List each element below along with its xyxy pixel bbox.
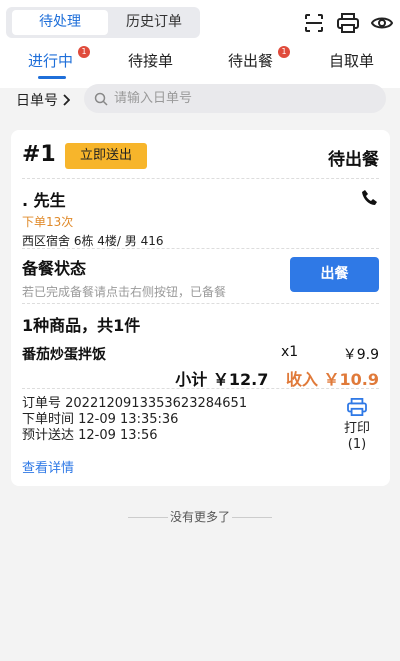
order-meta: 订单号 2022120913353623284651 下单时间 12-09 13…: [22, 396, 379, 452]
chevron-right-icon: [63, 94, 70, 106]
active-tab-underline: [38, 76, 66, 79]
tab-pickup[interactable]: 自取单: [329, 48, 374, 74]
goods-summary: 1种商品，共1件: [22, 316, 141, 335]
scan-icon[interactable]: [302, 11, 326, 35]
printer-icon: [347, 398, 367, 416]
totals-row: 小计 ￥12.7 收入 ￥10.9: [22, 366, 379, 389]
view-details-link[interactable]: 查看详情: [22, 457, 74, 476]
order-number-selector-label: 日单号: [16, 93, 58, 109]
customer-name: . 先生: [22, 191, 66, 210]
tab-label: 自取单: [329, 52, 375, 70]
order-header: #1 立即送出 待出餐: [22, 142, 379, 170]
customer-info: . 先生 下单13次 西区宿舍 6栋 4楼/ 男 416: [22, 187, 379, 249]
tab-to-serve[interactable]: 待出餐 1: [228, 46, 290, 74]
customer-address: 西区宿舍 6栋 4楼/ 男 416: [22, 234, 164, 248]
item-quantity: x1: [281, 344, 299, 360]
phone-icon[interactable]: [361, 189, 379, 207]
tab-to-accept[interactable]: 待接单: [128, 48, 173, 74]
divider: [22, 303, 379, 304]
income: 收入 ￥10.9: [285, 370, 379, 389]
eye-icon[interactable]: [370, 11, 394, 35]
item-price: ￥9.9: [342, 347, 379, 363]
divider: [22, 248, 379, 249]
goods-section: 1种商品，共1件 番茄炒蛋拌饭 x1 ￥9.9 小计 ￥12.7 收入 ￥10.…: [22, 312, 379, 389]
order-id: 订单号 2022120913353623284651: [22, 396, 248, 411]
no-more-text: 没有更多了: [0, 508, 400, 526]
top-actions: [302, 11, 394, 35]
order-time: 下单时间 12-09 13:35:36: [22, 412, 179, 427]
serve-meal-button[interactable]: 出餐: [290, 257, 379, 292]
order-number-selector[interactable]: 日单号: [16, 90, 70, 110]
filter-bar: 日单号: [0, 82, 400, 116]
segment-pending[interactable]: 待处理: [12, 10, 108, 35]
segment-history[interactable]: 历史订单: [110, 10, 198, 35]
divider: [22, 178, 379, 179]
segment-control: 待处理 历史订单: [6, 7, 200, 38]
divider: [22, 388, 379, 389]
search-input[interactable]: [114, 91, 354, 106]
order-status: 待出餐: [328, 150, 379, 170]
tab-label: 待接单: [128, 52, 174, 70]
estimated-arrival: 预计送达 12-09 13:56: [22, 428, 158, 443]
deliver-now-button[interactable]: 立即送出: [65, 143, 147, 169]
print-button[interactable]: 打印(1): [335, 398, 379, 453]
prep-section: 备餐状态 若已完成备餐请点击右侧按钮，已备餐 出餐: [22, 255, 379, 300]
search-box[interactable]: [84, 84, 386, 113]
tab-bar: 进行中 1 待接单 待出餐 1 自取单: [0, 44, 400, 80]
search-icon: [94, 92, 108, 106]
list-item: 番茄炒蛋拌饭 x1 ￥9.9: [22, 342, 379, 364]
printer-icon[interactable]: [336, 11, 360, 35]
tab-in-progress[interactable]: 进行中 1: [28, 46, 90, 74]
tab-badge: 1: [278, 46, 290, 58]
top-bar: 待处理 历史订单 进行中 1 待接单 待出餐 1 自取单: [0, 0, 400, 88]
tab-label: 进行中: [28, 52, 74, 70]
order-card: #1 立即送出 待出餐 . 先生 下单13次 西区宿舍 6栋 4楼/ 男 416…: [11, 130, 390, 486]
order-count: 下单13次: [22, 215, 74, 229]
subtotal: 小计 ￥12.7: [175, 370, 269, 389]
print-label: 打印(1): [343, 421, 370, 452]
order-number: #1: [22, 142, 56, 167]
prep-description: 若已完成备餐请点击右侧按钮，已备餐: [22, 285, 227, 299]
item-name: 番茄炒蛋拌饭: [22, 347, 106, 363]
tab-badge: 1: [78, 46, 90, 58]
tab-label: 待出餐: [228, 52, 274, 70]
